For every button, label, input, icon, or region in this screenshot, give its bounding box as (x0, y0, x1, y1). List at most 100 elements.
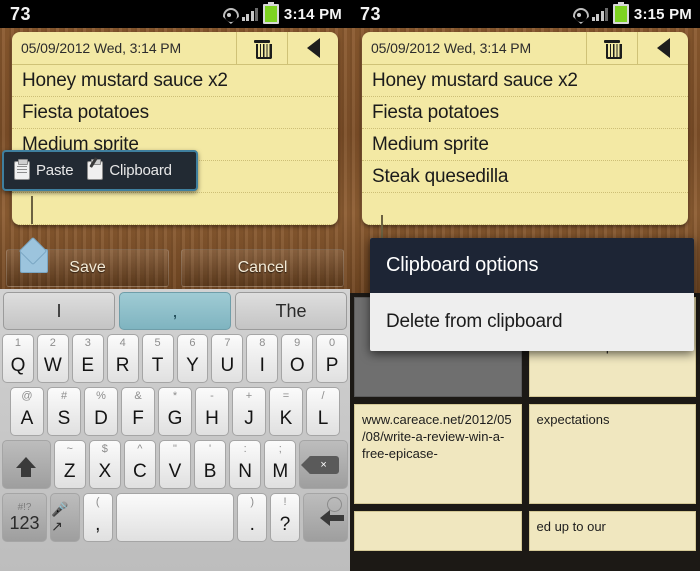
key-o[interactable]: 9O (281, 334, 314, 383)
key-sub: 8 (259, 337, 266, 349)
paste-popup[interactable]: Paste Clipboard (2, 150, 198, 191)
trash-icon (254, 39, 272, 59)
key-sub: @ (21, 390, 33, 402)
key-sub: $ (101, 443, 108, 455)
shift-key[interactable] (2, 440, 51, 489)
keyboard-row-4: #!? 123 🎤 ↗ (, ). !? (0, 489, 350, 542)
left-screen: 73 3:14 PM 05/09/2012 Wed, 3:14 PM Honey… (0, 0, 350, 571)
delete-note-button[interactable] (586, 32, 637, 64)
key-e[interactable]: 3E (71, 334, 104, 383)
note-body[interactable]: Honey mustard sauce x2 Fiesta potatoes M… (362, 65, 688, 225)
back-button[interactable] (287, 32, 338, 64)
key-sub: + (245, 390, 253, 402)
key-label: O (289, 355, 305, 376)
backspace-icon: × (300, 455, 339, 474)
key-v[interactable]: " V (158, 440, 192, 489)
key-question[interactable]: !? (270, 493, 300, 542)
dialog-item-delete-from-clipboard[interactable]: Delete from clipboard (370, 293, 694, 351)
key-sub: 6 (189, 337, 196, 349)
key-label: N (238, 461, 253, 482)
paste-option[interactable]: Paste (14, 159, 74, 180)
key-period[interactable]: ). (237, 493, 268, 542)
key-sub: - (210, 390, 214, 402)
key-sub: ) (250, 496, 255, 508)
key-sub: 2 (49, 337, 56, 349)
suggestion-item[interactable]: I (3, 292, 115, 330)
clipboard-card[interactable]: expectations (528, 404, 696, 504)
delete-note-button[interactable] (236, 32, 287, 64)
key-q[interactable]: 1Q (2, 334, 34, 383)
action-bar: Save Cancel (0, 247, 350, 289)
cancel-button[interactable]: Cancel (181, 249, 344, 287)
clipboard-options-dialog: Clipboard options Delete from clipboard (370, 238, 694, 351)
key-w[interactable]: 2W (36, 334, 69, 383)
clipboard-card[interactable] (354, 511, 522, 551)
key-sub: 0 (329, 337, 336, 349)
key-y[interactable]: 6Y (176, 334, 209, 383)
key-u[interactable]: 7U (211, 334, 244, 383)
text-cursor-handle-icon[interactable] (20, 241, 48, 273)
clipboard-card[interactable]: www.careace.net/2012/05/08/write-a-revie… (354, 404, 522, 504)
back-arrow-icon (656, 38, 670, 58)
note-header: 05/09/2012 Wed, 3:14 PM (12, 32, 338, 65)
key-label: V (168, 461, 182, 482)
key-n[interactable]: :N (229, 440, 262, 489)
enter-key[interactable] (302, 493, 348, 542)
key-label: T (151, 355, 164, 376)
note-line (362, 193, 688, 225)
wifi-icon (572, 7, 587, 21)
key-m[interactable]: ; M (264, 440, 297, 489)
space-key[interactable] (115, 493, 235, 542)
clipboard-card[interactable]: ed up to our (528, 511, 696, 551)
keyboard-row-2: @ A # S % D & F * G -H + J = K / L (0, 383, 350, 436)
wifi-icon (222, 7, 237, 21)
key-x[interactable]: $ X (88, 440, 121, 489)
key-sub: 1 (14, 337, 22, 349)
key-a[interactable]: @ A (10, 387, 44, 436)
key-sub: / (321, 390, 325, 402)
status-clock: 3:15 PM (633, 5, 692, 23)
back-button[interactable] (637, 32, 688, 64)
clipboard-option[interactable]: Clipboard (87, 157, 172, 180)
mic-swipe-icon[interactable]: 🎤 ↗ (50, 493, 80, 542)
key-p[interactable]: 0P (316, 334, 349, 383)
key-label: . (249, 514, 255, 535)
suggestion-item[interactable]: The (235, 292, 347, 330)
key-g[interactable]: * G (158, 387, 192, 436)
key-sub: ^ (137, 443, 143, 455)
dialog-title: Clipboard options (370, 238, 694, 293)
key-t[interactable]: 5T (141, 334, 174, 383)
signal-icon (591, 7, 608, 21)
key-i[interactable]: 8I (246, 334, 279, 383)
key-sub: 4 (119, 337, 126, 349)
key-label: Q (10, 355, 26, 376)
backspace-key[interactable]: × (299, 440, 348, 489)
key-comma[interactable]: (, (82, 493, 113, 542)
key-b[interactable]: ' B (194, 440, 227, 489)
key-c[interactable]: ^ C (123, 440, 156, 489)
key-s[interactable]: # S (47, 387, 81, 436)
key-label: S (57, 408, 71, 429)
key-l[interactable]: / L (306, 387, 340, 436)
note-line: Honey mustard sauce x2 (362, 65, 688, 97)
key-d[interactable]: % D (84, 387, 118, 436)
key-k[interactable]: = K (269, 387, 303, 436)
key-z[interactable]: ~ Z (53, 440, 86, 489)
key-f[interactable]: & F (121, 387, 155, 436)
status-bar: 73 3:15 PM (350, 0, 700, 28)
key-label: P (325, 355, 339, 376)
status-left-label: 73 (360, 3, 382, 24)
key-label: W (43, 355, 62, 376)
key-sub: 5 (154, 337, 161, 349)
status-clock: 3:14 PM (283, 5, 342, 23)
symbols-key[interactable]: #!? 123 (2, 493, 48, 542)
key-label: E (81, 355, 95, 376)
note-body[interactable]: Honey mustard sauce x2 Fiesta potatoes M… (12, 65, 338, 225)
key-r[interactable]: 4R (106, 334, 139, 383)
key-j[interactable]: + J (232, 387, 266, 436)
suggestion-item[interactable]: , (119, 292, 231, 330)
key-h[interactable]: -H (195, 387, 229, 436)
right-screen: 73 3:15 PM 05/09/2012 Wed, 3:14 PM Honey… (350, 0, 700, 571)
key-sub: 7 (224, 337, 231, 349)
battery-icon (262, 2, 279, 24)
